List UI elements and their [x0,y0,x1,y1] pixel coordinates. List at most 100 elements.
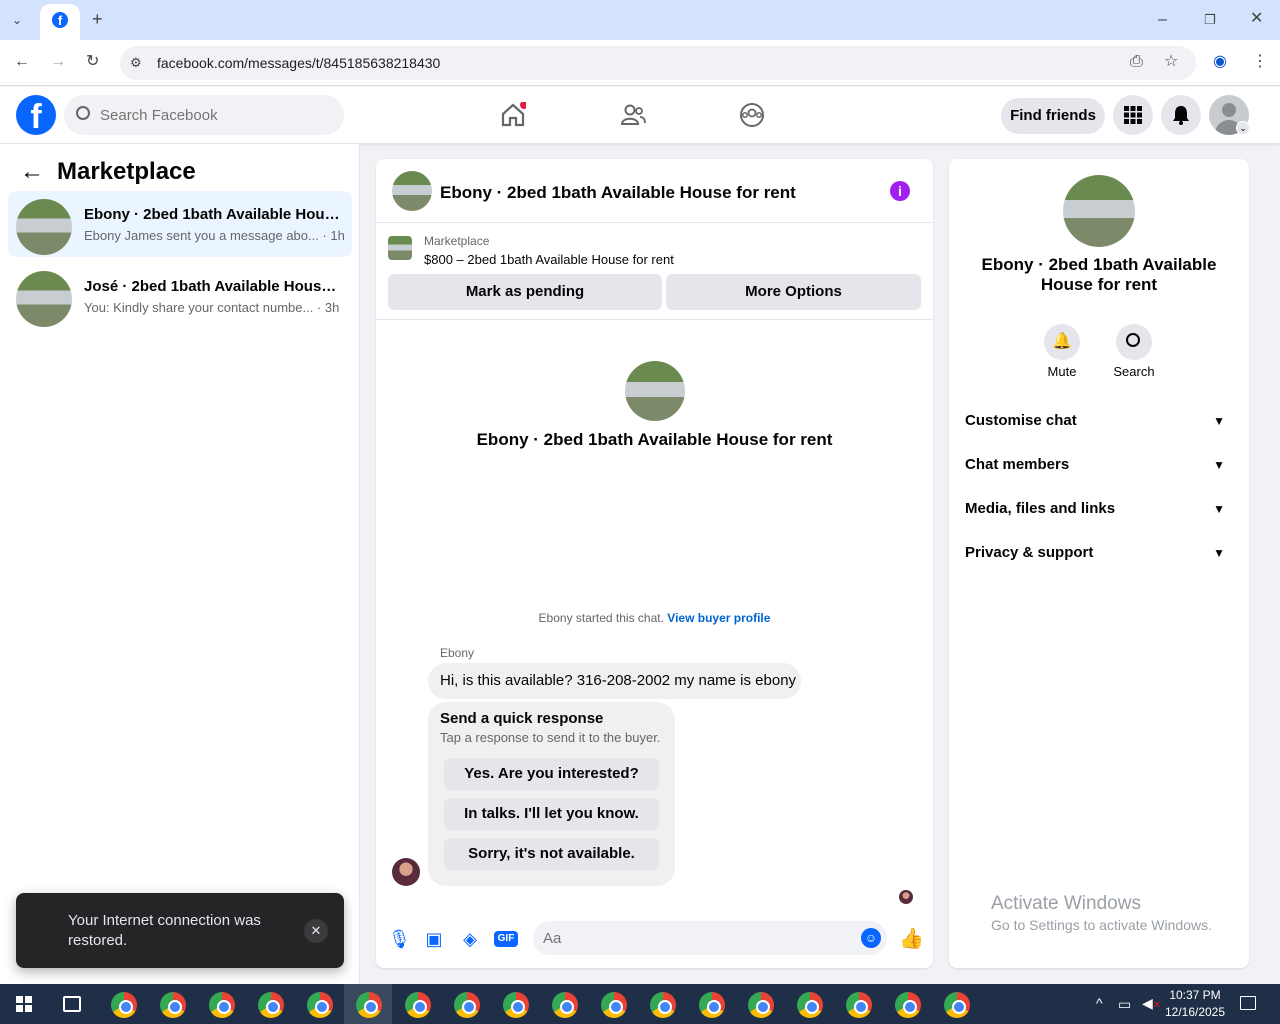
facebook-icon: f [52,12,68,28]
chevron-down-icon: ▼ [1213,458,1225,472]
search-box[interactable] [64,95,344,135]
chrome-taskbar-icon[interactable] [160,992,186,1018]
install-app-icon[interactable]: ⎙ [1130,54,1143,70]
reload-icon[interactable]: ↻ [86,54,99,70]
conversation-item-jose[interactable]: José · 2bed 1bath Available House for re… [8,263,352,329]
quick-response-subtitle: Tap a response to send it to the buyer. [440,730,661,745]
network-icon[interactable]: ▭ [1118,996,1131,1013]
chevron-down-icon: ▼ [1213,414,1225,428]
thumbs-up-icon[interactable]: 👍 [899,929,924,949]
chrome-taskbar-icon[interactable] [650,992,676,1018]
media-files-links-section[interactable]: Media, files and links ▼ [965,493,1233,525]
search-label[interactable]: Search [1104,364,1164,379]
photo-icon[interactable]: ▣ [424,929,444,949]
seen-indicator-avatar [899,890,913,904]
conversation-item-ebony[interactable]: Ebony · 2bed 1bath Available House for r… [8,191,352,257]
close-icon[interactable]: ✕ [304,919,328,943]
mute-bell-icon[interactable]: 🔔 [1044,324,1080,360]
friends-icon[interactable] [620,102,646,128]
restore-icon[interactable]: ❐ [1204,12,1216,28]
chrome-menu-icon[interactable]: ⋮ [1252,54,1268,70]
chrome-taskbar-icon[interactable] [797,992,823,1018]
chrome-taskbar-icon[interactable] [209,992,235,1018]
more-options-button[interactable]: More Options [666,274,921,310]
quick-response-sorry-button[interactable]: Sorry, it's not available. [444,838,659,870]
browser-tab-facebook[interactable]: f [40,4,80,40]
bookmark-star-icon[interactable]: ☆ [1164,54,1178,70]
chrome-taskbar-icon[interactable] [699,992,725,1018]
chat-listing-avatar[interactable] [392,171,432,211]
minimize-icon[interactable]: – [1158,12,1167,28]
chrome-taskbar-icon[interactable] [405,992,431,1018]
home-icon[interactable] [500,101,528,128]
chrome-taskbar-icon[interactable] [258,992,284,1018]
search-in-chat-icon[interactable] [1116,324,1152,360]
taskbar-clock[interactable]: 10:37 PM 12/16/2025 [1160,987,1230,1021]
intro-listing-avatar [625,361,685,421]
magnifier-icon [1126,333,1140,347]
chrome-taskbar-icon[interactable] [307,992,333,1018]
conversation-title: Ebony · 2bed 1bath Available House for r… [84,206,340,223]
microphone-icon[interactable]: 🎙 [388,929,411,949]
chrome-taskbar-icon[interactable] [356,992,382,1018]
sender-avatar[interactable] [392,858,420,886]
quick-response-yes-button[interactable]: Yes. Are you interested? [444,758,659,790]
incoming-message-bubble[interactable]: Hi, is this available? 316-208-2002 my n… [428,663,801,699]
groups-icon[interactable] [739,102,765,128]
avatar-head-icon [1222,103,1236,117]
message-composer[interactable]: ☺ [533,921,887,955]
emoji-icon[interactable]: ☺ [861,928,881,948]
close-window-icon[interactable]: ✕ [1250,11,1263,27]
privacy-support-section[interactable]: Privacy & support ▼ [965,537,1233,569]
notifications-bell-icon[interactable] [1161,95,1201,135]
tab-search-chevron-icon[interactable]: ⌄ [12,12,22,28]
volume-muted-icon[interactable]: ◀✕ [1142,995,1161,1012]
action-center-icon[interactable] [1240,996,1256,1010]
browser-toolbar: ← → ↻ ⚙ facebook.com/messages/t/84518563… [0,40,1280,86]
chrome-taskbar-icon[interactable] [748,992,774,1018]
customise-chat-section[interactable]: Customise chat ▼ [965,405,1233,437]
menu-grid-icon[interactable] [1113,95,1153,135]
mark-as-pending-button[interactable]: Mark as pending [388,274,662,310]
new-tab-plus-icon[interactable]: + [92,10,103,28]
chrome-taskbar-icon[interactable] [895,992,921,1018]
search-input[interactable] [100,95,330,135]
watermark-line2: Go to Settings to activate Windows. [991,917,1212,933]
mute-label[interactable]: Mute [1032,364,1092,379]
windows-start-icon[interactable] [16,996,32,1012]
view-buyer-profile-link[interactable]: View buyer profile [667,611,770,625]
listing-line[interactable]: $800 – 2bed 1bath Available House for re… [424,252,674,267]
task-view-icon[interactable] [63,996,81,1012]
quick-response-in-talks-button[interactable]: In talks. I'll let you know. [444,798,659,830]
facebook-logo-icon[interactable]: f [16,95,56,135]
gif-icon[interactable]: GIF [494,931,518,947]
sticker-icon[interactable]: ◈ [460,929,480,949]
chrome-taskbar-icon[interactable] [111,992,137,1018]
chrome-taskbar-icon[interactable] [503,992,529,1018]
conversation-info-icon[interactable]: i [890,181,910,201]
facebook-header: f Find friends ⌄ [0,87,1280,144]
chrome-taskbar-icon[interactable] [846,992,872,1018]
address-bar[interactable]: ⚙ facebook.com/messages/t/84518563821843… [120,46,1196,80]
message-input[interactable] [543,921,843,955]
back-arrow-icon[interactable]: ← [20,158,44,186]
chat-title[interactable]: Ebony · 2bed 1bath Available House for r… [440,183,796,203]
site-info-icon[interactable]: ⚙ [130,55,142,71]
tray-chevron-up-icon[interactable]: ^ [1096,995,1103,1011]
forward-icon[interactable]: → [50,54,66,70]
account-chevron-icon[interactable]: ⌄ [1236,121,1250,135]
message-text: Hi, is this available? 316-208-2002 my n… [440,672,797,689]
chat-pane: Ebony · 2bed 1bath Available House for r… [376,159,933,968]
clock-time: 10:37 PM [1169,988,1221,1002]
find-friends-button[interactable]: Find friends [1001,98,1105,134]
chat-members-section[interactable]: Chat members ▼ [965,449,1233,481]
search-icon [76,106,90,120]
chrome-taskbar-icon[interactable] [552,992,578,1018]
back-icon[interactable]: ← [14,54,30,70]
watermark-line1: Activate Windows [991,893,1141,914]
profile-icon[interactable]: ◉ [1213,54,1227,70]
browser-tab-bar: ⌄ f + – ❐ ✕ [0,0,1280,40]
chrome-taskbar-icon[interactable] [454,992,480,1018]
chrome-taskbar-icon[interactable] [601,992,627,1018]
chrome-taskbar-icon[interactable] [944,992,970,1018]
